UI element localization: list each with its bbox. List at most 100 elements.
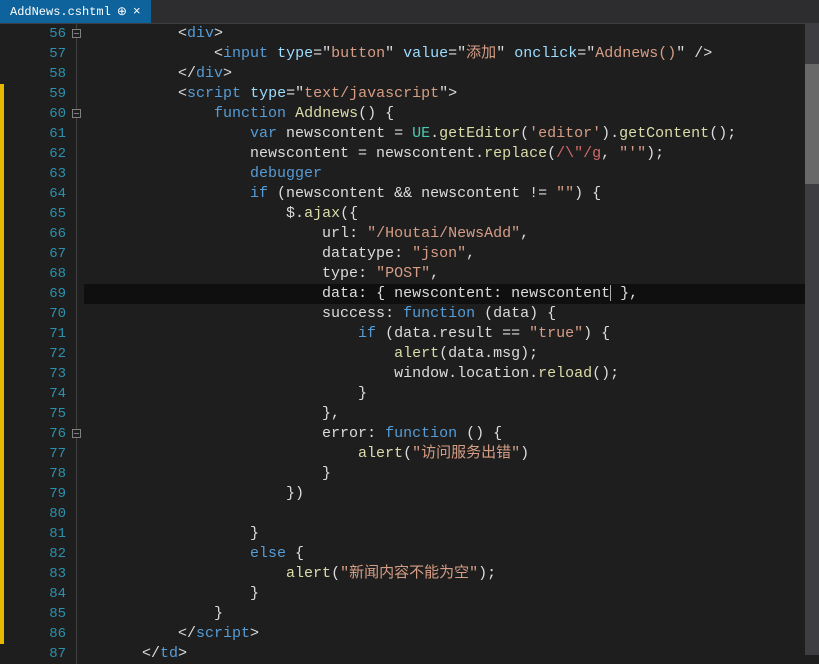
line-number: 67	[0, 244, 66, 264]
line-number: 87	[0, 644, 66, 664]
modified-marker	[0, 104, 4, 124]
code-line[interactable]: if (newscontent && newscontent != "") {	[84, 184, 819, 204]
modified-marker	[0, 304, 4, 324]
tab-bar: AddNews.cshtml ⊕ ×	[0, 0, 819, 24]
line-number: 61	[0, 124, 66, 144]
modified-marker	[0, 344, 4, 364]
code-line[interactable]: if (data.result == "true") {	[84, 324, 819, 344]
line-number: 63	[0, 164, 66, 184]
modified-marker	[0, 584, 4, 604]
modified-marker	[0, 464, 4, 484]
code-line[interactable]: }	[84, 524, 819, 544]
file-tab-active[interactable]: AddNews.cshtml ⊕ ×	[0, 0, 151, 23]
code-line[interactable]: </div>	[84, 64, 819, 84]
code-line[interactable]: function Addnews() {	[84, 104, 819, 124]
line-number: 80	[0, 504, 66, 524]
line-number: 83	[0, 564, 66, 584]
line-number: 86	[0, 624, 66, 644]
code-line[interactable]: newscontent = newscontent.replace(/\"/g,…	[84, 144, 819, 164]
modified-marker	[0, 324, 4, 344]
code-line[interactable]: <script type="text/javascript">	[84, 84, 819, 104]
modified-marker	[0, 124, 4, 144]
code-line[interactable]: }	[84, 464, 819, 484]
code-line[interactable]: var newscontent = UE.getEditor('editor')…	[84, 124, 819, 144]
modified-marker	[0, 144, 4, 164]
vertical-scrollbar[interactable]	[805, 24, 819, 655]
modified-marker	[0, 604, 4, 624]
modified-marker	[0, 484, 4, 504]
code-line[interactable]: alert("新闻内容不能为空");	[84, 564, 819, 584]
line-number: 74	[0, 384, 66, 404]
modified-marker	[0, 264, 4, 284]
line-number: 82	[0, 544, 66, 564]
line-number: 68	[0, 264, 66, 284]
modified-marker	[0, 444, 4, 464]
code-line[interactable]: }	[84, 604, 819, 624]
modified-marker	[0, 424, 4, 444]
fold-column[interactable]	[70, 24, 84, 655]
line-number: 69	[0, 284, 66, 304]
modified-marker	[0, 244, 4, 264]
modified-marker	[0, 404, 4, 424]
code-content[interactable]: <div> <input type="button" value="添加" on…	[84, 24, 819, 655]
line-number: 60	[0, 104, 66, 124]
modified-marker	[0, 524, 4, 544]
code-line[interactable]: success: function (data) {	[84, 304, 819, 324]
code-line[interactable]: },	[84, 404, 819, 424]
scroll-thumb[interactable]	[805, 64, 819, 184]
line-number: 75	[0, 404, 66, 424]
code-line[interactable]: alert("访问服务出错")	[84, 444, 819, 464]
code-line[interactable]: type: "POST",	[84, 264, 819, 284]
line-number: 58	[0, 64, 66, 84]
line-number: 66	[0, 224, 66, 244]
line-number: 78	[0, 464, 66, 484]
line-number: 64	[0, 184, 66, 204]
code-editor[interactable]: 5657585960616263646566676869707172737475…	[0, 24, 819, 655]
line-number: 62	[0, 144, 66, 164]
code-line[interactable]: </script>	[84, 624, 819, 644]
line-number: 81	[0, 524, 66, 544]
line-number: 57	[0, 44, 66, 64]
modified-marker	[0, 184, 4, 204]
line-number: 85	[0, 604, 66, 624]
close-icon[interactable]: ×	[133, 4, 141, 19]
code-line[interactable]: url: "/Houtai/NewsAdd",	[84, 224, 819, 244]
code-line[interactable]: debugger	[84, 164, 819, 184]
code-line[interactable]: datatype: "json",	[84, 244, 819, 264]
code-line[interactable]: </td>	[84, 644, 819, 664]
modified-marker	[0, 564, 4, 584]
fold-toggle-icon[interactable]	[72, 109, 81, 118]
code-line[interactable]: alert(data.msg);	[84, 344, 819, 364]
code-line[interactable]: })	[84, 484, 819, 504]
fold-toggle-icon[interactable]	[72, 29, 81, 38]
line-number: 56	[0, 24, 66, 44]
fold-toggle-icon[interactable]	[72, 429, 81, 438]
code-line[interactable]: else {	[84, 544, 819, 564]
code-line[interactable]: <div>	[84, 24, 819, 44]
code-line[interactable]	[84, 504, 819, 524]
modified-marker	[0, 364, 4, 384]
line-number: 84	[0, 584, 66, 604]
code-line[interactable]: }	[84, 584, 819, 604]
code-line[interactable]: error: function () {	[84, 424, 819, 444]
modified-marker	[0, 384, 4, 404]
line-number: 70	[0, 304, 66, 324]
tab-filename: AddNews.cshtml	[10, 5, 111, 19]
modified-marker	[0, 624, 4, 644]
modified-marker	[0, 204, 4, 224]
line-number: 59	[0, 84, 66, 104]
code-line[interactable]: window.location.reload();	[84, 364, 819, 384]
line-number: 65	[0, 204, 66, 224]
line-number: 73	[0, 364, 66, 384]
line-number: 79	[0, 484, 66, 504]
line-number-gutter: 5657585960616263646566676869707172737475…	[0, 24, 70, 655]
code-line[interactable]: <input type="button" value="添加" onclick=…	[84, 44, 819, 64]
line-number: 77	[0, 444, 66, 464]
modified-marker	[0, 504, 4, 524]
code-line[interactable]: }	[84, 384, 819, 404]
pin-icon[interactable]: ⊕	[117, 4, 127, 19]
modified-marker	[0, 164, 4, 184]
code-line[interactable]: $.ajax({	[84, 204, 819, 224]
modified-marker	[0, 84, 4, 104]
line-number: 72	[0, 344, 66, 364]
